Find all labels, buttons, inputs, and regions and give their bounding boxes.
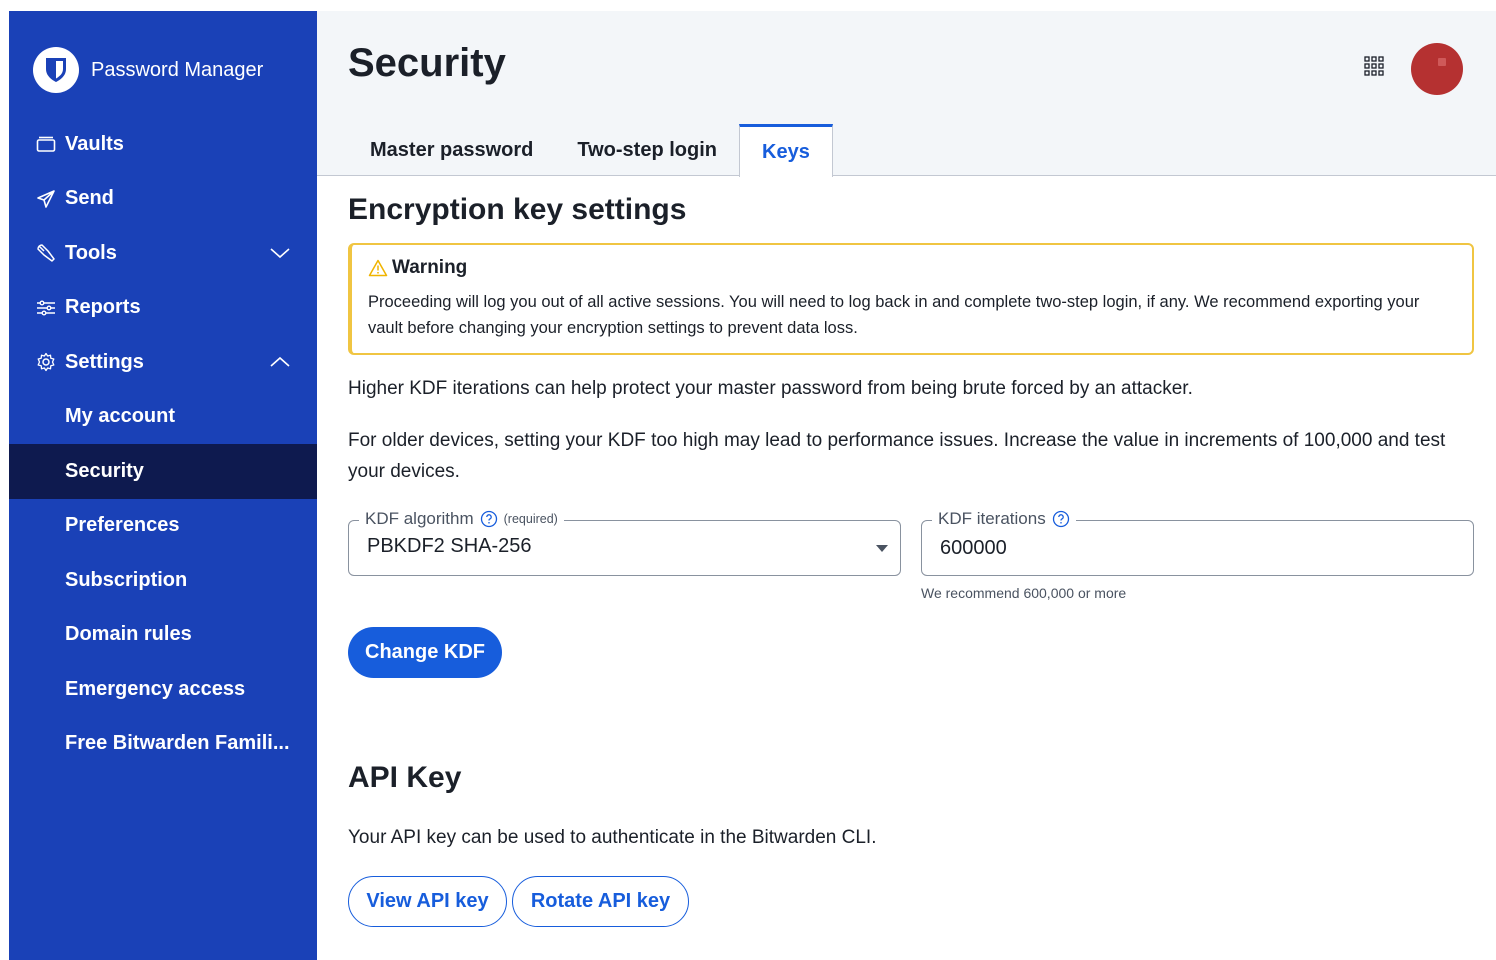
- warning-title-text: Warning: [392, 257, 468, 278]
- sidebar-item-vaults[interactable]: Vaults: [9, 117, 317, 172]
- tab-bar: Master password Two-step login Keys: [348, 124, 833, 177]
- sidebar: Password Manager Vaults Send Tools Repor…: [9, 11, 317, 960]
- tab-keys[interactable]: Keys: [739, 124, 833, 177]
- kdf-iterations-hint: We recommend 600,000 or more: [921, 585, 1127, 601]
- sidebar-item-label: Emergency access: [65, 677, 246, 700]
- warning-body: Proceeding will log you out of all activ…: [368, 293, 1420, 337]
- chevron-down-icon[interactable]: [269, 246, 291, 260]
- sidebar-item-label: Vaults: [65, 132, 124, 155]
- sidebar-item-tools[interactable]: Tools: [9, 226, 317, 281]
- wrench-icon: [35, 242, 57, 264]
- sidebar-item-my-account[interactable]: My account: [9, 390, 317, 445]
- sidebar-item-label: Free Bitwarden Famili...: [65, 732, 290, 755]
- sidebar-item-subscription[interactable]: Subscription: [9, 553, 317, 608]
- tab-master-password[interactable]: Master password: [348, 124, 555, 177]
- sidebar-item-label: My account: [65, 405, 176, 428]
- sidebar-item-label: Settings: [65, 350, 144, 373]
- kdf-algorithm-label: KDF algorithm (required): [359, 509, 564, 529]
- warning-icon: [368, 259, 388, 277]
- tab-two-step-login[interactable]: Two-step login: [555, 124, 739, 177]
- sidebar-item-label: Subscription: [65, 568, 188, 591]
- sidebar-item-emergency-access[interactable]: Emergency access: [9, 662, 317, 717]
- sidebar-item-preferences[interactable]: Preferences: [9, 499, 317, 554]
- help-icon[interactable]: [1052, 510, 1070, 528]
- main-content: Security Master password Two-step login …: [317, 11, 1496, 960]
- kdf-iterations-value: 600000: [940, 537, 1007, 559]
- bitwarden-shield-logo-icon: [33, 47, 79, 93]
- kdf-performance-note: For older devices, setting your KDF too …: [348, 430, 1446, 482]
- api-key-description: Your API key can be used to authenticate…: [348, 827, 877, 848]
- sidebar-item-label: Tools: [65, 241, 117, 264]
- reports-icon: [35, 297, 57, 319]
- sidebar-item-settings[interactable]: Settings: [9, 335, 317, 390]
- chevron-up-icon[interactable]: [269, 355, 291, 369]
- sidebar-item-label: Domain rules: [65, 623, 192, 646]
- sidebar-item-free-families[interactable]: Free Bitwarden Famili...: [9, 717, 317, 772]
- change-kdf-button[interactable]: Change KDF: [348, 627, 502, 678]
- brand[interactable]: Password Manager: [33, 47, 263, 93]
- sidebar-item-reports[interactable]: Reports: [9, 281, 317, 336]
- api-key-heading: API Key: [348, 761, 462, 794]
- sidebar-nav: Vaults Send Tools Reports Settings My ac…: [9, 117, 317, 771]
- kdf-algorithm-select[interactable]: KDF algorithm (required) PBKDF2 SHA-256: [348, 509, 901, 576]
- kdf-iterations-label-text: KDF iterations: [938, 509, 1046, 528]
- page-header: Security Master password Two-step login …: [317, 11, 1496, 177]
- help-icon[interactable]: [480, 510, 498, 528]
- rotate-api-key-button[interactable]: Rotate API key: [512, 876, 689, 927]
- view-api-key-button[interactable]: View API key: [348, 876, 507, 927]
- sidebar-item-label: Preferences: [65, 514, 180, 537]
- sidebar-item-send[interactable]: Send: [9, 172, 317, 227]
- kdf-description: Higher KDF iterations can help protect y…: [348, 378, 1193, 399]
- app-switcher-icon[interactable]: [1363, 55, 1385, 77]
- vault-icon: [35, 133, 57, 155]
- gear-icon: [35, 351, 57, 373]
- encryption-heading: Encryption key settings: [348, 193, 687, 226]
- brand-name: Password Manager: [91, 58, 264, 81]
- required-label: (required): [503, 512, 558, 526]
- page-title: Security: [348, 41, 506, 85]
- warning-callout: Warning Proceeding will log you out of a…: [348, 243, 1474, 355]
- kdf-algorithm-value: PBKDF2 SHA-256: [367, 535, 532, 557]
- kdf-algorithm-label-text: KDF algorithm: [365, 509, 474, 528]
- sidebar-item-domain-rules[interactable]: Domain rules: [9, 608, 317, 663]
- warning-title: Warning: [368, 257, 1456, 279]
- sidebar-item-security[interactable]: Security: [9, 444, 317, 499]
- kdf-iterations-input[interactable]: KDF iterations 600000: [921, 509, 1474, 576]
- avatar[interactable]: [1411, 43, 1463, 95]
- send-icon: [35, 188, 57, 210]
- sidebar-item-label: Reports: [65, 296, 141, 319]
- kdf-iterations-label: KDF iterations: [932, 509, 1076, 529]
- sidebar-item-label: Send: [65, 187, 114, 210]
- sidebar-item-label: Security: [65, 459, 144, 482]
- dropdown-caret-icon: [876, 545, 888, 552]
